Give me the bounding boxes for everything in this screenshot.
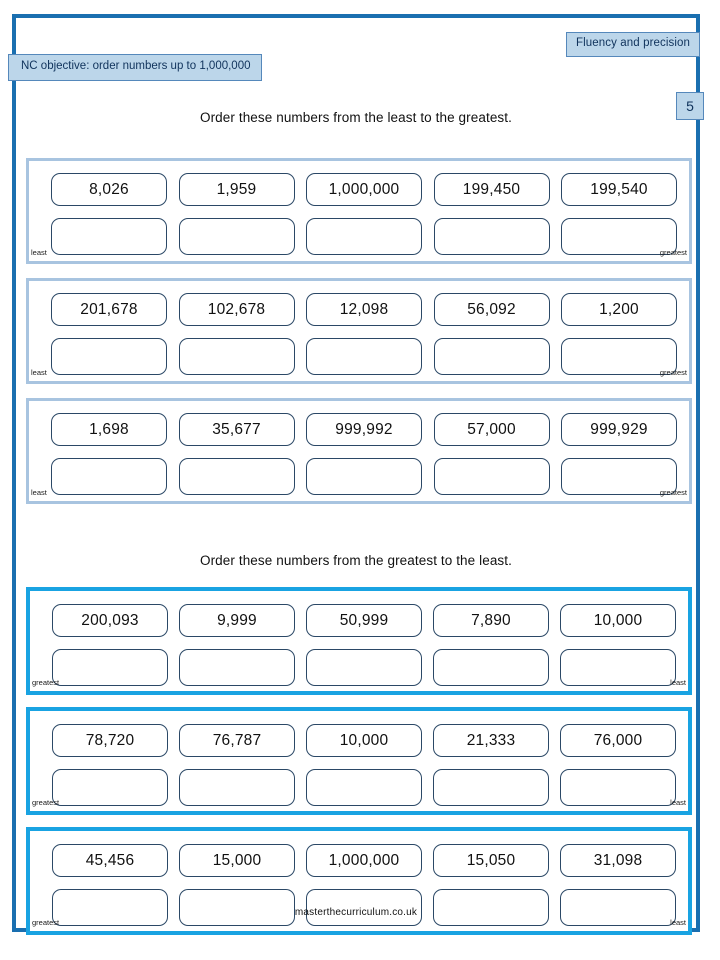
answer-box[interactable] xyxy=(433,338,550,375)
answer-row xyxy=(51,218,677,255)
instruction-greatest-to-least: Order these numbers from the greatest to… xyxy=(199,553,512,568)
order-label-left: greatest xyxy=(32,677,60,687)
number-cell: 57,000 xyxy=(433,413,550,446)
number-cell: 999,929 xyxy=(561,413,677,446)
question-group-1: 8,026 1,959 1,000,000 199,450 199,540 le… xyxy=(26,158,692,264)
number-cell: 1,200 xyxy=(561,293,677,326)
answer-box[interactable] xyxy=(433,458,550,495)
question-group-2: 201,678 102,678 12,098 56,092 1,200 leas… xyxy=(26,278,692,384)
number-cell: 56,092 xyxy=(433,293,550,326)
answer-box[interactable] xyxy=(51,218,167,255)
number-row: 1,698 35,677 999,992 57,000 999,929 xyxy=(51,413,677,446)
number-cell: 1,000,000 xyxy=(306,844,422,877)
number-cell: 102,678 xyxy=(178,293,295,326)
number-cell: 10,000 xyxy=(306,724,422,757)
question-group-3: 1,698 35,677 999,992 57,000 999,929 leas… xyxy=(26,398,692,504)
answer-box[interactable] xyxy=(178,458,295,495)
order-label-right: greatest xyxy=(659,487,687,497)
answer-row xyxy=(52,649,676,686)
answer-row xyxy=(51,458,677,495)
number-cell: 7,890 xyxy=(433,604,549,637)
answer-box[interactable] xyxy=(179,649,295,686)
nc-objective-badge: NC objective: order numbers up to 1,000,… xyxy=(8,54,262,81)
answer-box[interactable] xyxy=(433,649,549,686)
number-cell: 35,677 xyxy=(178,413,295,446)
answer-box[interactable] xyxy=(306,458,422,495)
answer-box[interactable] xyxy=(51,458,167,495)
number-cell: 15,050 xyxy=(433,844,549,877)
answer-box[interactable] xyxy=(433,218,550,255)
number-row: 78,720 76,787 10,000 21,333 76,000 xyxy=(52,724,676,757)
instruction-least-to-greatest: Order these numbers from the least to th… xyxy=(199,110,512,125)
number-row: 201,678 102,678 12,098 56,092 1,200 xyxy=(51,293,677,326)
number-cell: 1,698 xyxy=(51,413,167,446)
order-label-right: least xyxy=(670,797,686,807)
answer-box[interactable] xyxy=(306,338,422,375)
fluency-and-precision-badge: Fluency and precision xyxy=(566,32,700,57)
number-row: 200,093 9,999 50,999 7,890 10,000 xyxy=(52,604,676,637)
answer-box[interactable] xyxy=(560,649,676,686)
answer-row xyxy=(51,338,677,375)
number-cell: 45,456 xyxy=(52,844,168,877)
number-cell: 199,540 xyxy=(561,173,677,206)
number-cell: 8,026 xyxy=(51,173,167,206)
answer-box[interactable] xyxy=(560,769,676,806)
worksheet-page: Fluency and precision NC objective: orde… xyxy=(8,14,704,935)
order-label-left: greatest xyxy=(32,917,60,927)
number-cell: 76,787 xyxy=(179,724,295,757)
number-cell: 200,093 xyxy=(52,604,168,637)
answer-box[interactable] xyxy=(178,338,295,375)
order-label-left: least xyxy=(31,247,47,257)
answer-box[interactable] xyxy=(433,769,549,806)
number-cell: 12,098 xyxy=(306,293,422,326)
number-cell: 31,098 xyxy=(560,844,676,877)
answer-box[interactable] xyxy=(306,769,422,806)
order-label-right: greatest xyxy=(659,367,687,377)
number-cell: 9,999 xyxy=(179,604,295,637)
answer-row xyxy=(52,769,676,806)
footer-credit: masterthecurriculum.co.uk xyxy=(294,907,418,918)
number-cell: 201,678 xyxy=(51,293,167,326)
answer-box[interactable] xyxy=(52,769,168,806)
answer-box[interactable] xyxy=(179,769,295,806)
answer-box[interactable] xyxy=(52,649,168,686)
order-label-right: least xyxy=(670,677,686,687)
number-cell: 999,992 xyxy=(306,413,422,446)
number-cell: 1,959 xyxy=(178,173,295,206)
answer-box[interactable] xyxy=(178,218,295,255)
order-label-left: least xyxy=(31,367,47,377)
question-group-6: 45,456 15,000 1,000,000 15,050 31,098 gr… xyxy=(26,827,692,935)
number-cell: 78,720 xyxy=(52,724,168,757)
number-cell: 15,000 xyxy=(179,844,295,877)
answer-box[interactable] xyxy=(306,218,422,255)
order-label-left: least xyxy=(31,487,47,497)
number-row: 45,456 15,000 1,000,000 15,050 31,098 xyxy=(52,844,676,877)
number-cell: 21,333 xyxy=(433,724,549,757)
order-label-right: greatest xyxy=(659,247,687,257)
order-label-right: least xyxy=(670,917,686,927)
number-cell: 199,450 xyxy=(433,173,550,206)
answer-box[interactable] xyxy=(306,649,422,686)
order-label-left: greatest xyxy=(32,797,60,807)
number-cell: 10,000 xyxy=(560,604,676,637)
answer-box[interactable] xyxy=(51,338,167,375)
question-group-5: 78,720 76,787 10,000 21,333 76,000 great… xyxy=(26,707,692,815)
question-group-4: 200,093 9,999 50,999 7,890 10,000 greate… xyxy=(26,587,692,695)
number-cell: 1,000,000 xyxy=(306,173,422,206)
number-cell: 76,000 xyxy=(560,724,676,757)
number-cell: 50,999 xyxy=(306,604,422,637)
number-row: 8,026 1,959 1,000,000 199,450 199,540 xyxy=(51,173,677,206)
